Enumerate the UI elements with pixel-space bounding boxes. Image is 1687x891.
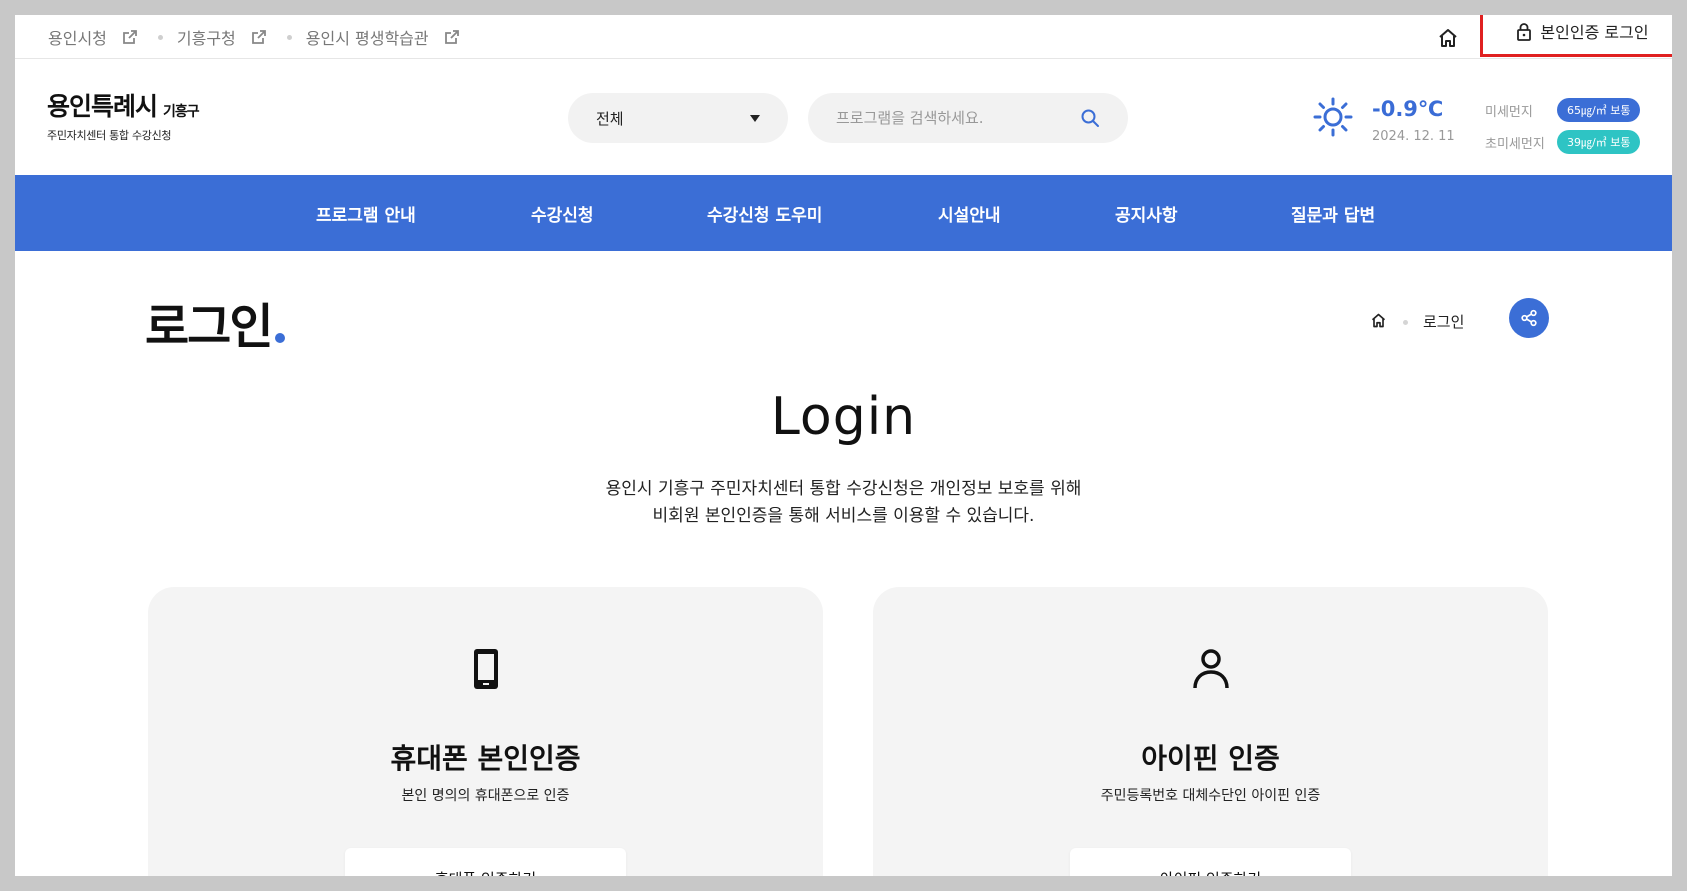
link-label: 기흥구청 bbox=[176, 29, 236, 48]
link-yongin-city-hall[interactable]: 용인시청 bbox=[48, 25, 138, 49]
identity-login-button[interactable]: 본인인증 로그인 bbox=[1480, 15, 1672, 57]
logo-district: 기흥구 bbox=[163, 104, 200, 120]
chevron-down-icon bbox=[750, 114, 760, 122]
external-link-icon bbox=[122, 29, 137, 44]
category-select[interactable]: 전체 bbox=[568, 93, 788, 143]
external-link-icon bbox=[444, 29, 459, 44]
ipin-auth-card: 아이핀 인증 주민등록번호 대체수단인 아이핀 인증 아이핀 인증하기 bbox=[873, 587, 1548, 876]
nav-item-registration-helper[interactable]: 수강신청 도우미 bbox=[707, 175, 822, 251]
search-icon[interactable] bbox=[1080, 108, 1100, 128]
page-title-text: 로그인 bbox=[145, 299, 273, 355]
card-title: 아이핀 인증 bbox=[1141, 742, 1280, 775]
sun-icon bbox=[1313, 97, 1353, 141]
login-heading: Login bbox=[770, 387, 917, 447]
ultrafine-dust: 초미세먼지 39㎍/㎥ 보통 bbox=[1485, 130, 1641, 154]
separator-dot bbox=[1403, 320, 1408, 325]
external-links: 용인시청 기흥구청 용인시 평생학습관 bbox=[48, 15, 460, 59]
breadcrumb-current: 로그인 bbox=[1423, 313, 1465, 331]
link-giheung-office[interactable]: 기흥구청 bbox=[177, 25, 267, 49]
search-input[interactable] bbox=[836, 109, 1066, 127]
card-title: 휴대폰 본인인증 bbox=[390, 742, 581, 775]
site-logo[interactable]: 용인특례시 기흥구 주민자치센터 통합 수강신청 bbox=[47, 87, 200, 143]
dust-label: 미세먼지 bbox=[1485, 104, 1533, 120]
site-header: 용인특례시 기흥구 주민자치센터 통합 수강신청 전체 -0.9℃ 2024 bbox=[15, 59, 1672, 175]
phone-auth-card: 휴대폰 본인인증 본인 명의의 휴대폰으로 인증 휴대폰 인증하기 bbox=[148, 587, 823, 876]
logo-city-name: 용인특례시 bbox=[47, 92, 158, 121]
temperature: -0.9℃ bbox=[1372, 97, 1444, 121]
logo-title: 용인특례시 기흥구 bbox=[47, 87, 200, 123]
home-icon[interactable] bbox=[1371, 313, 1386, 332]
ipin-auth-button[interactable]: 아이핀 인증하기 bbox=[1070, 848, 1351, 876]
nav-item-program-info[interactable]: 프로그램 안내 bbox=[316, 175, 416, 251]
link-label: 용인시청 bbox=[48, 29, 107, 48]
link-label: 용인시 평생학습관 bbox=[305, 29, 429, 48]
separator-dot bbox=[286, 34, 292, 40]
search-box bbox=[808, 93, 1128, 143]
user-icon bbox=[873, 647, 1548, 691]
nav-item-facilities[interactable]: 시설안내 bbox=[938, 175, 1001, 251]
logo-subtitle: 주민자치센터 통합 수강신청 bbox=[47, 129, 172, 142]
share-icon bbox=[1521, 309, 1537, 327]
dust-badge: 65㎍/㎥ 보통 bbox=[1557, 98, 1641, 122]
home-icon[interactable] bbox=[1438, 28, 1458, 52]
share-button[interactable] bbox=[1509, 298, 1549, 338]
page-title: 로그인 bbox=[145, 287, 286, 357]
lock-icon bbox=[1517, 22, 1532, 41]
login-description: 용인시 기흥구 주민자치센터 통합 수강신청은 개인정보 보호를 위해 비회원 … bbox=[15, 476, 1672, 530]
phone-auth-button[interactable]: 휴대폰 인증하기 bbox=[345, 848, 626, 876]
card-subtitle: 본인 명의의 휴대폰으로 인증 bbox=[401, 788, 570, 804]
link-lifelong-learning[interactable]: 용인시 평생학습관 bbox=[306, 25, 460, 49]
nav-item-notices[interactable]: 공지사항 bbox=[1115, 175, 1178, 251]
nav-item-registration[interactable]: 수강신청 bbox=[531, 175, 594, 251]
fine-dust: 미세먼지 65㎍/㎥ 보통 bbox=[1485, 98, 1641, 122]
weather-date: 2024. 12. 11 bbox=[1372, 129, 1455, 144]
nav-item-qna[interactable]: 질문과 답변 bbox=[1291, 175, 1375, 251]
desc-line: 비회원 본인인증을 통해 서비스를 이용할 수 있습니다. bbox=[652, 506, 1035, 526]
utility-bar: 용인시청 기흥구청 용인시 평생학습관 본인인증 로그인 bbox=[15, 15, 1672, 59]
dust-badge: 39㎍/㎥ 보통 bbox=[1557, 130, 1641, 154]
login-label: 본인인증 로그인 bbox=[1540, 23, 1649, 42]
desc-line: 용인시 기흥구 주민자치센터 통합 수강신청은 개인정보 보호를 위해 bbox=[605, 479, 1082, 499]
card-subtitle: 주민등록번호 대체수단인 아이핀 인증 bbox=[1100, 788, 1321, 804]
select-value: 전체 bbox=[596, 109, 624, 128]
main-nav: 프로그램 안내 수강신청 수강신청 도우미 시설안내 공지사항 질문과 답변 bbox=[15, 175, 1672, 251]
dust-label: 초미세먼지 bbox=[1485, 136, 1545, 152]
page-frame: 용인시청 기흥구청 용인시 평생학습관 본인인증 로그인 용인특례시 기흥구 주… bbox=[15, 15, 1672, 876]
title-dot bbox=[275, 333, 286, 343]
external-link-icon bbox=[251, 29, 266, 44]
smartphone-icon bbox=[148, 647, 823, 691]
separator-dot bbox=[157, 34, 163, 40]
